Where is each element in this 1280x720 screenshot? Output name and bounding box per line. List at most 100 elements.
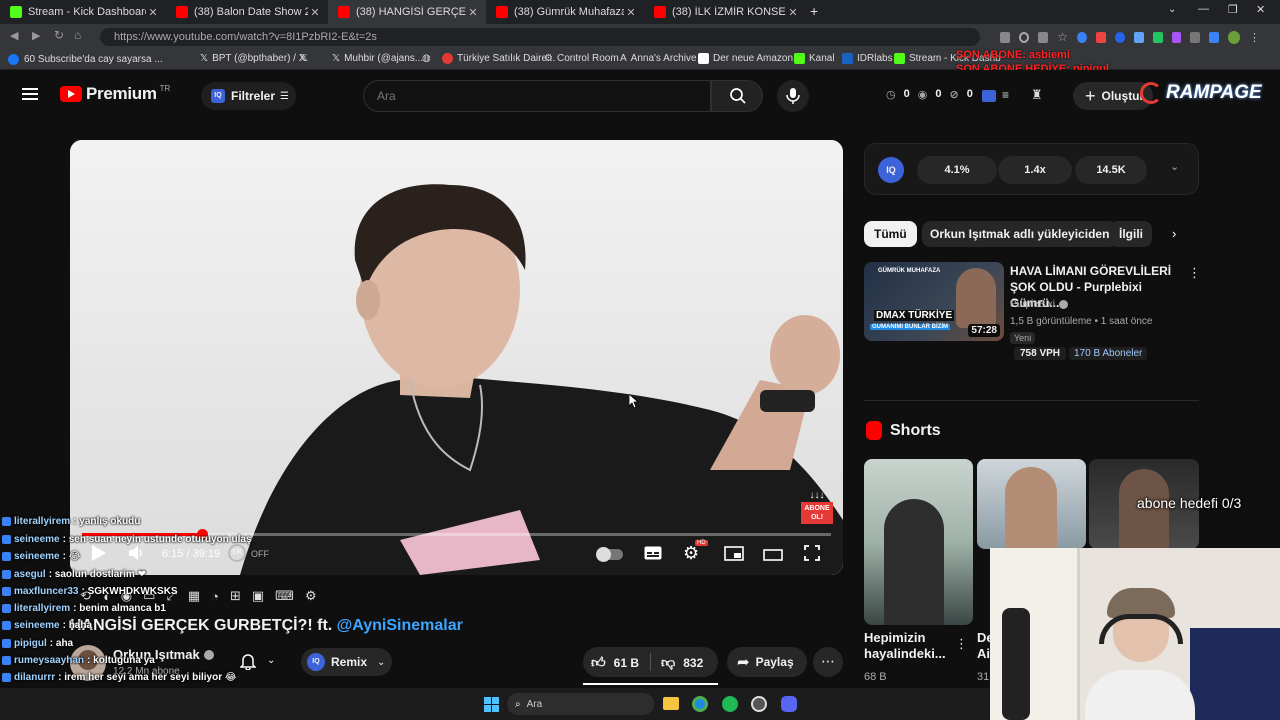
back-icon[interactable]: ◀ (10, 29, 18, 42)
close-tab-icon[interactable]: ✕ (466, 6, 480, 19)
bookmark-item[interactable]: A Anna's Archive (620, 53, 697, 64)
voice-search-button[interactable] (777, 80, 809, 112)
close-tab-icon[interactable]: ✕ (308, 6, 322, 19)
extension-icon[interactable] (1076, 31, 1087, 43)
autoplay-toggle[interactable] (596, 547, 623, 562)
stat-pill[interactable]: 14.5K (1075, 156, 1147, 184)
chevron-right-icon[interactable]: › (1172, 226, 1176, 241)
trophy-icon[interactable]: ♜ (1031, 87, 1043, 103)
chip-all[interactable]: Tümü (864, 221, 917, 247)
chip-related[interactable]: İlgili (1110, 221, 1152, 247)
gear-icon[interactable]: ⚙ (305, 588, 317, 604)
search-button[interactable] (711, 80, 763, 112)
recommended-thumbnail[interactable]: GÜMRÜK MUHAFAZA DMAX TÜRKİYE GUMANIMI BU… (864, 262, 1004, 341)
youtube-premium-logo[interactable]: Premium TR (60, 84, 170, 104)
bookmark-item[interactable]: 𝕏 BPT (@bpthaber) / X (200, 53, 305, 64)
video-player[interactable]: ↓↓↓ ABONE OL! 6:15 / 39:19 LR OFF ⚙ HD (70, 140, 843, 575)
bookmark-item[interactable]: Kanal (794, 53, 835, 64)
chevron-down-icon[interactable]: ⌄ (1170, 160, 1179, 173)
extension-icons[interactable]: ☆ ⋮ (1000, 30, 1260, 44)
kebab-menu-icon[interactable]: ⋮ (1188, 265, 1201, 281)
file-explorer-icon[interactable] (663, 697, 679, 710)
tab-search-icon[interactable]: ⌄ (1168, 4, 1176, 15)
subtitles-button[interactable] (644, 546, 662, 564)
extension-icon[interactable] (1152, 31, 1163, 43)
play-button[interactable] (92, 545, 106, 565)
download-icon[interactable] (1000, 31, 1010, 43)
spotify-icon[interactable] (722, 696, 738, 712)
stat-pill[interactable]: 1.4x (998, 156, 1072, 184)
recommended-channel[interactable]: PurpleBixi (1010, 299, 1069, 310)
short-title[interactable]: De Ai (977, 630, 991, 662)
obs-icon[interactable] (751, 696, 767, 712)
window-restore-icon[interactable]: ❐ (1228, 3, 1238, 16)
browser-tab-active[interactable]: (38) HANGİSİ GERÇEK GURBETÇ ✕ (328, 0, 486, 24)
screenshot-icon[interactable]: ▣ (252, 588, 264, 604)
share-page-icon[interactable] (1038, 31, 1049, 43)
taskbar-search[interactable]: ⌕ Ara (507, 693, 654, 715)
browser-tab[interactable]: (38) Gümrük Muhafaza Türkiye ✕ (486, 0, 644, 24)
bookmark-item[interactable]: ◍ (422, 53, 435, 64)
browser-tab[interactable]: (38) Balon Date Show 25. Bölüm ✕ (166, 0, 328, 24)
loop-toggle-icon[interactable]: LR (228, 544, 246, 562)
url-field[interactable]: https://www.youtube.com/watch?v=8I1PzbRI… (100, 28, 980, 46)
bookmark-item[interactable]: IDRlabs (842, 53, 893, 64)
close-tab-icon[interactable]: ✕ (624, 6, 638, 19)
grid-icon[interactable]: ▦ (188, 588, 200, 604)
miniplayer-button[interactable] (724, 546, 744, 565)
speed-icon[interactable]: ◔ (211, 589, 219, 604)
reload-icon[interactable]: ↻ (54, 28, 64, 42)
more-actions-button[interactable]: ⋯ (813, 647, 843, 677)
bookmark-item[interactable]: 𝕏 Muhbir (@ajans... (332, 53, 423, 64)
share-button[interactable]: ➦ Paylaş (727, 647, 807, 677)
menu-kebab-icon[interactable]: ⋮ (1249, 31, 1260, 44)
like-button[interactable]: 👍︎ 61 B (591, 654, 639, 671)
extension-icon[interactable] (1133, 31, 1144, 43)
discord-icon[interactable] (781, 696, 797, 712)
chevron-down-icon[interactable]: ⌄ (267, 655, 275, 666)
new-tab-button[interactable]: + (810, 3, 818, 19)
zoom-icon[interactable] (1018, 31, 1030, 43)
forward-icon[interactable]: ▶ (32, 29, 40, 42)
extension-icon[interactable] (1095, 31, 1106, 43)
extension-icon[interactable] (1190, 31, 1201, 43)
search-input[interactable] (364, 81, 710, 111)
close-tab-icon[interactable]: ✕ (786, 6, 800, 19)
bookmark-star-icon[interactable]: ☆ (1057, 30, 1068, 44)
bookmark-item[interactable]: 𝕏 (300, 53, 312, 64)
window-close-icon[interactable]: ✕ (1256, 3, 1265, 16)
volume-button[interactable] (128, 545, 144, 565)
windows-start-icon[interactable] (484, 697, 499, 712)
notification-bell-button[interactable] (239, 653, 257, 674)
video-title-mention-link[interactable]: @AyniSinemalar (337, 617, 463, 634)
fullscreen-button[interactable] (804, 545, 820, 565)
bookmark-item[interactable]: ⚙ Control Room (544, 53, 619, 64)
extension-icon[interactable] (1114, 31, 1125, 43)
short-title[interactable]: Hepimizin hayalindeki... (864, 630, 954, 662)
list-icon[interactable]: ≡ (1002, 88, 1009, 102)
add-frame-icon[interactable]: ⊞ (230, 588, 241, 604)
dislike-button[interactable]: 👎︎ 832 (661, 654, 703, 671)
bookmark-item[interactable]: Türkiye Satılık Daire... (442, 53, 555, 64)
search-box[interactable] (363, 80, 711, 112)
close-tab-icon[interactable]: ✕ (146, 6, 160, 19)
home-icon[interactable]: ⌂ (74, 28, 81, 42)
stat-pill[interactable]: 4.1% (917, 156, 997, 184)
hamburger-menu-icon[interactable] (22, 88, 38, 100)
filters-button[interactable]: IQ Filtreler ☰ (201, 82, 296, 110)
bookmark-item[interactable]: Der neue Amazon... (698, 53, 801, 64)
remix-button[interactable]: IQ Remix ⌄ (301, 648, 392, 676)
settings-button[interactable]: ⚙ HD (683, 540, 708, 564)
chrome-icon[interactable] (692, 696, 708, 712)
browser-tab[interactable]: (38) İLK İZMİR KONSERRİMMM ✕ (644, 0, 806, 24)
subscribe-watermark[interactable]: ↓↓↓ ABONE OL! (801, 490, 833, 526)
short-thumbnail[interactable] (977, 459, 1086, 549)
extension-icon[interactable] (1209, 31, 1220, 43)
chip-from-uploader[interactable]: Orkun Işıtmak adlı yükleyiciden (922, 221, 1118, 247)
extension-icon[interactable] (1171, 31, 1182, 43)
keyboard-icon[interactable]: ⌨ (275, 588, 294, 604)
theater-mode-button[interactable] (763, 548, 783, 565)
facebook-bookmark-icon[interactable] (8, 54, 19, 65)
kebab-menu-icon[interactable]: ⋮ (955, 636, 968, 652)
window-minimize-icon[interactable]: — (1198, 3, 1209, 15)
